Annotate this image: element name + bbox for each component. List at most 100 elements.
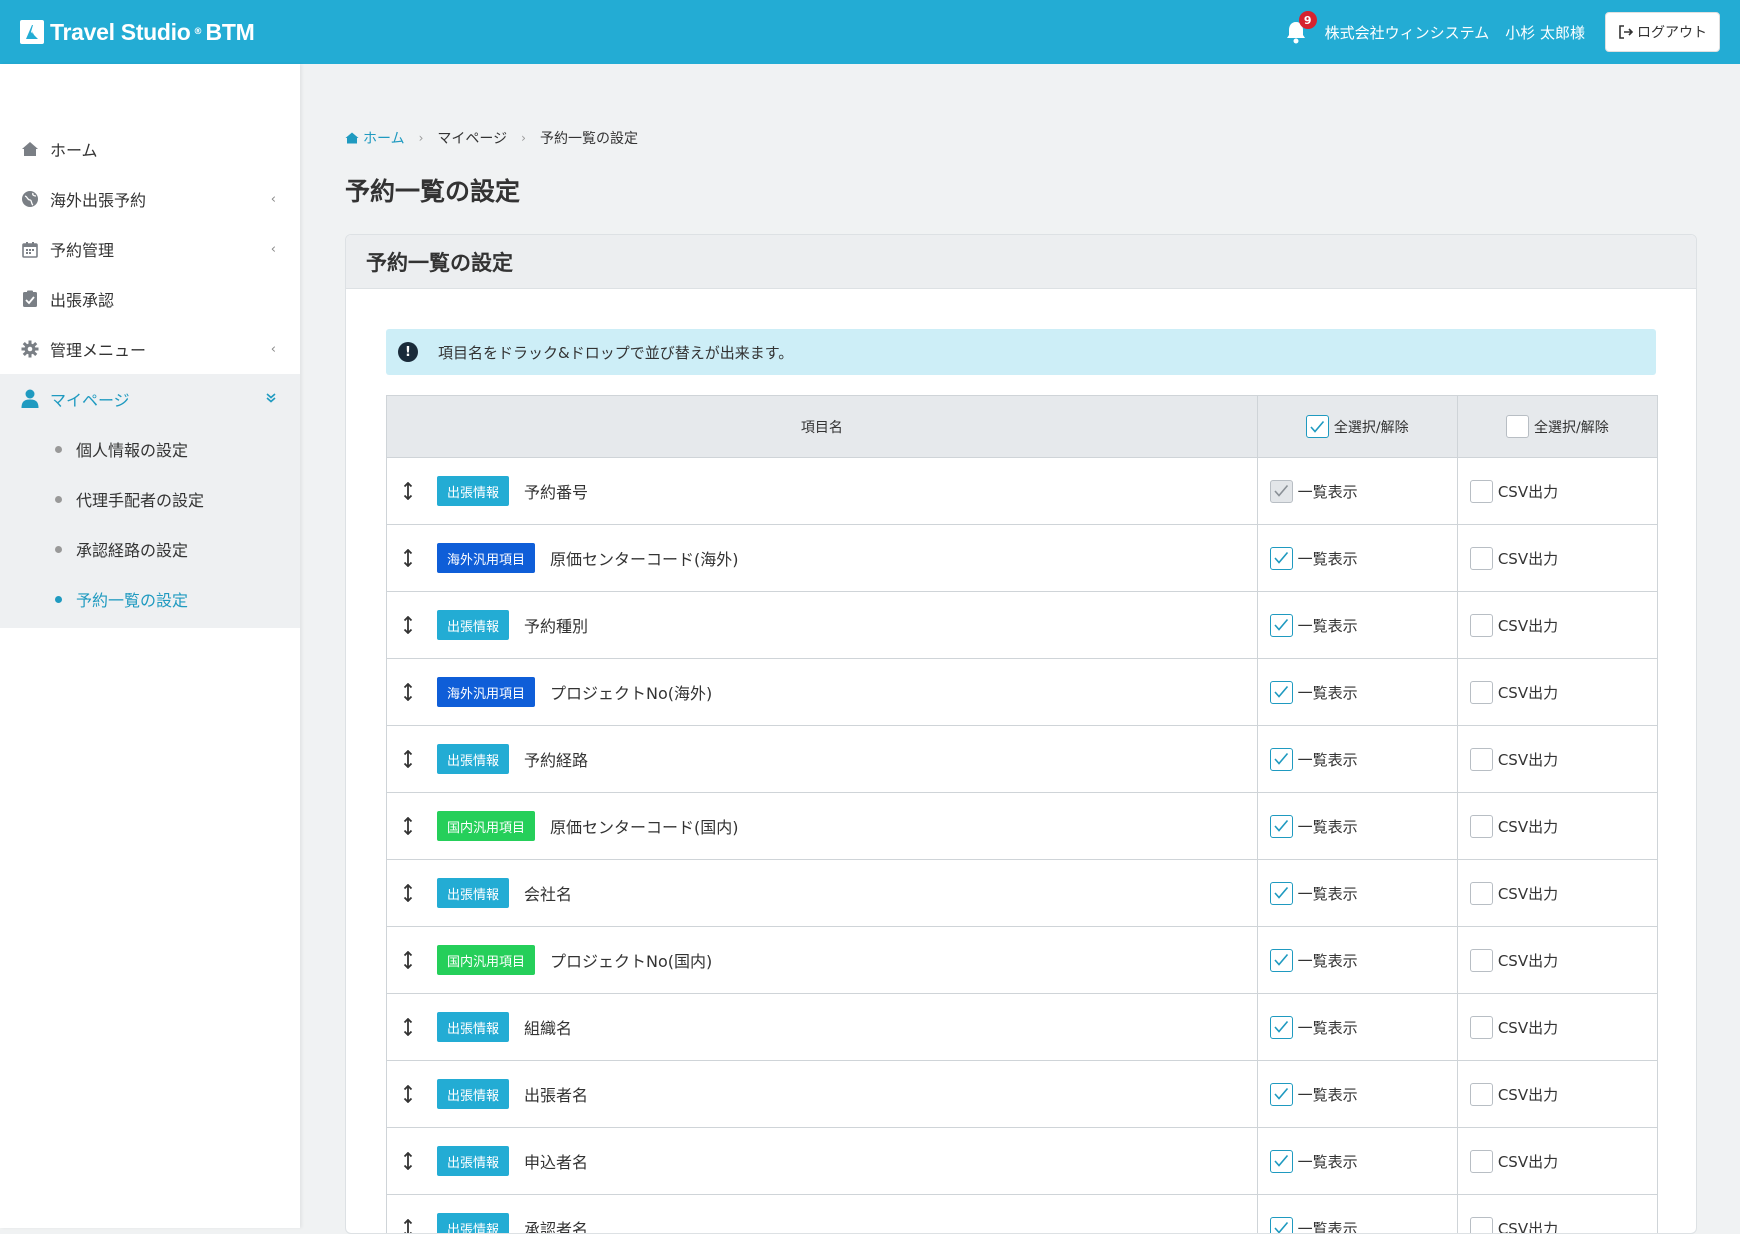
table-row[interactable]: 出張情報出張者名一覧表示CSV出力 xyxy=(387,1061,1658,1128)
sidebar-item-trip-approval[interactable]: 出張承認 xyxy=(0,274,300,324)
csv-output-checkbox[interactable] xyxy=(1470,614,1493,637)
csv-output-label: CSV出力 xyxy=(1498,481,1558,502)
submenu-approval-route[interactable]: 承認経路の設定 xyxy=(0,524,300,574)
drag-handle-icon[interactable] xyxy=(401,616,415,634)
list-display-checkbox[interactable] xyxy=(1270,480,1293,503)
category-tag: 海外汎用項目 xyxy=(437,543,535,573)
drag-handle-icon[interactable] xyxy=(401,951,415,969)
item-name-label: 予約経路 xyxy=(524,747,588,771)
brand-registered-mark: ® xyxy=(194,27,203,37)
csv-output-checkbox[interactable] xyxy=(1470,1150,1493,1173)
list-display-checkbox[interactable] xyxy=(1270,681,1293,704)
sidebar-item-booking-management[interactable]: 予約管理 ‹ xyxy=(0,224,300,274)
list-display-checkbox[interactable] xyxy=(1270,614,1293,637)
table-row[interactable]: 出張情報予約種別一覧表示CSV出力 xyxy=(387,592,1658,659)
select-all-list-checkbox[interactable] xyxy=(1306,415,1329,438)
csv-output-checkbox[interactable] xyxy=(1470,1217,1493,1234)
submenu-personal-info[interactable]: 個人情報の設定 xyxy=(0,424,300,474)
table-row[interactable]: 出張情報予約経路一覧表示CSV出力 xyxy=(387,726,1658,793)
csv-output-label: CSV出力 xyxy=(1498,615,1558,636)
list-display-label: 一覧表示 xyxy=(1298,1017,1358,1038)
notification-bell-icon[interactable]: 9 xyxy=(1281,17,1311,47)
list-display-label: 一覧表示 xyxy=(1298,481,1358,502)
drag-handle-icon[interactable] xyxy=(401,1152,415,1170)
user-name[interactable]: 小杉 太郎様 xyxy=(1505,22,1585,43)
breadcrumb-mypage[interactable]: マイページ xyxy=(437,128,507,148)
category-tag: 出張情報 xyxy=(437,476,509,506)
drag-handle-icon[interactable] xyxy=(401,549,415,567)
list-display-checkbox[interactable] xyxy=(1270,748,1293,771)
table-header-row: 項目名 全選択/解除 xyxy=(387,396,1658,458)
csv-output-checkbox[interactable] xyxy=(1470,882,1493,905)
submenu-proxy-arranger[interactable]: 代理手配者の設定 xyxy=(0,474,300,524)
select-all-csv-checkbox[interactable] xyxy=(1506,415,1529,438)
list-display-label: 一覧表示 xyxy=(1298,816,1358,837)
csv-output-cell: CSV出力 xyxy=(1457,1128,1657,1195)
item-name-cell: 海外汎用項目プロジェクトNo(海外) xyxy=(387,659,1258,726)
list-display-label: 一覧表示 xyxy=(1298,950,1358,971)
list-display-checkbox[interactable] xyxy=(1270,1016,1293,1039)
list-display-label: 一覧表示 xyxy=(1298,615,1358,636)
drag-handle-icon[interactable] xyxy=(401,683,415,701)
submenu-booking-list-settings[interactable]: 予約一覧の設定 xyxy=(0,574,300,624)
drag-handle-icon[interactable] xyxy=(401,884,415,902)
category-tag: 出張情報 xyxy=(437,1146,509,1176)
csv-output-cell: CSV出力 xyxy=(1457,860,1657,927)
item-name-label: 出張者名 xyxy=(524,1082,588,1106)
list-display-label: 一覧表示 xyxy=(1298,682,1358,703)
item-name-label: 組織名 xyxy=(524,1015,572,1039)
sidebar-item-overseas-booking[interactable]: 海外出張予約 ‹ xyxy=(0,174,300,224)
breadcrumb-home[interactable]: ホーム xyxy=(345,128,405,148)
gear-icon xyxy=(20,339,40,359)
calendar-icon xyxy=(20,239,40,259)
table-row[interactable]: 出張情報予約番号一覧表示CSV出力 xyxy=(387,458,1658,525)
csv-output-checkbox[interactable] xyxy=(1470,748,1493,771)
csv-output-checkbox[interactable] xyxy=(1470,949,1493,972)
drag-handle-icon[interactable] xyxy=(401,482,415,500)
table-row[interactable]: 出張情報会社名一覧表示CSV出力 xyxy=(387,860,1658,927)
table-row[interactable]: 出張情報組織名一覧表示CSV出力 xyxy=(387,994,1658,1061)
column-header-csv-select-all: 全選択/解除 xyxy=(1457,396,1657,458)
list-display-cell: 一覧表示 xyxy=(1257,525,1457,592)
csv-output-checkbox[interactable] xyxy=(1470,681,1493,704)
csv-output-checkbox[interactable] xyxy=(1470,815,1493,838)
home-icon xyxy=(20,139,40,159)
sidebar-item-home[interactable]: ホーム xyxy=(0,124,300,174)
logout-button[interactable]: ログアウト xyxy=(1605,12,1720,52)
list-display-checkbox[interactable] xyxy=(1270,1217,1293,1234)
notification-count-badge: 9 xyxy=(1299,11,1317,29)
bullet-icon xyxy=(55,446,62,453)
table-row[interactable]: 海外汎用項目原価センターコード(海外)一覧表示CSV出力 xyxy=(387,525,1658,592)
csv-output-label: CSV出力 xyxy=(1498,749,1558,770)
brand-logo[interactable]: Travel Studio ® BTM xyxy=(20,19,254,46)
select-all-list-label: 全選択/解除 xyxy=(1334,417,1409,437)
table-row[interactable]: 出張情報承認者名一覧表示CSV出力 xyxy=(387,1195,1658,1234)
list-display-checkbox[interactable] xyxy=(1270,1150,1293,1173)
drag-handle-icon[interactable] xyxy=(401,1219,415,1234)
csv-output-checkbox[interactable] xyxy=(1470,1083,1493,1106)
list-display-checkbox[interactable] xyxy=(1270,882,1293,905)
list-display-checkbox[interactable] xyxy=(1270,547,1293,570)
bullet-icon xyxy=(55,496,62,503)
drag-handle-icon[interactable] xyxy=(401,750,415,768)
sidebar-item-admin-menu[interactable]: 管理メニュー ‹ xyxy=(0,324,300,374)
csv-output-checkbox[interactable] xyxy=(1470,1016,1493,1039)
category-tag: 海外汎用項目 xyxy=(437,677,535,707)
sidebar-item-label: 管理メニュー xyxy=(50,337,146,361)
table-row[interactable]: 出張情報申込者名一覧表示CSV出力 xyxy=(387,1128,1658,1195)
breadcrumb-current: 予約一覧の設定 xyxy=(540,128,638,148)
sidebar-item-mypage[interactable]: マイページ xyxy=(0,374,300,424)
drag-handle-icon[interactable] xyxy=(401,817,415,835)
table-row[interactable]: 海外汎用項目プロジェクトNo(海外)一覧表示CSV出力 xyxy=(387,659,1658,726)
drag-handle-icon[interactable] xyxy=(401,1085,415,1103)
table-row[interactable]: 国内汎用項目プロジェクトNo(国内)一覧表示CSV出力 xyxy=(387,927,1658,994)
category-tag: 出張情報 xyxy=(437,610,509,640)
csv-output-checkbox[interactable] xyxy=(1470,547,1493,570)
list-display-checkbox[interactable] xyxy=(1270,949,1293,972)
info-alert: ! 項目名をドラック&ドロップで並び替えが出来ます。 xyxy=(386,329,1656,375)
list-display-checkbox[interactable] xyxy=(1270,1083,1293,1106)
drag-handle-icon[interactable] xyxy=(401,1018,415,1036)
list-display-checkbox[interactable] xyxy=(1270,815,1293,838)
csv-output-checkbox[interactable] xyxy=(1470,480,1493,503)
table-row[interactable]: 国内汎用項目原価センターコード(国内)一覧表示CSV出力 xyxy=(387,793,1658,860)
